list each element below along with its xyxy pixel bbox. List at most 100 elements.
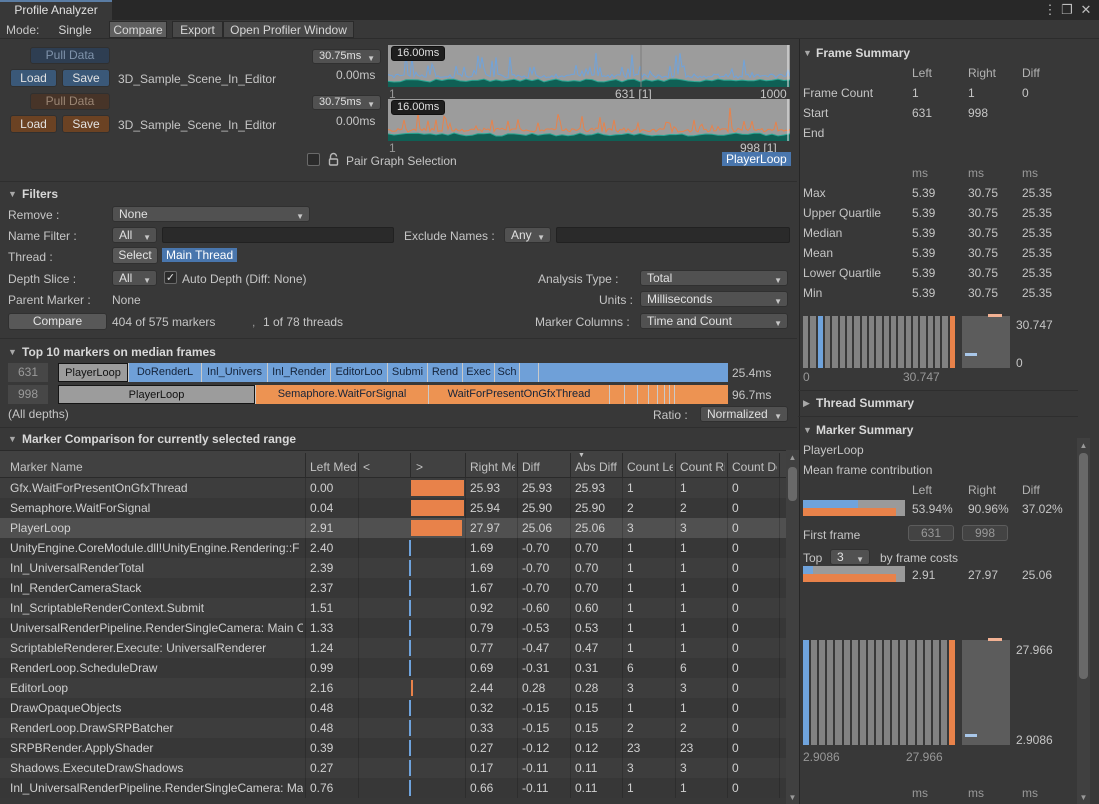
table-row[interactable]: Inl_UniversalRenderPipeline.RenderSingle… [0,778,786,798]
top-n-dropdown[interactable]: 3▼ [830,549,870,565]
close-icon[interactable]: ✕ [1078,2,1094,18]
top10-segment[interactable]: Submi [388,363,427,382]
column-header[interactable]: Count Right [680,460,725,474]
depth-slice-dropdown[interactable]: All▼ [112,270,157,286]
table-row[interactable]: Inl_RenderCameraStack2.371.67-0.700.7011… [0,578,786,598]
column-header[interactable]: Marker Name [10,460,308,474]
column-header[interactable]: Right Median [470,460,515,474]
top10-segment[interactable] [649,385,657,404]
column-divider[interactable] [622,453,623,477]
range-dropdown-top[interactable]: 30.75ms▼ [312,49,381,64]
column-header[interactable]: Count Delta [732,460,777,474]
export-button[interactable]: Export [172,21,223,38]
load-button-left[interactable]: Load [10,69,57,87]
column-divider[interactable] [727,453,728,477]
mode-single-button[interactable]: Single [44,21,106,38]
top10-segment[interactable] [625,385,637,404]
top10-frame-number-left[interactable]: 631 [8,363,48,382]
table-row[interactable]: ScriptableRenderer.Execute: UniversalRen… [0,638,786,658]
frame-time-graph-left[interactable]: 16.00ms [388,45,790,87]
column-divider[interactable] [779,453,780,477]
top10-segment[interactable] [675,385,728,404]
first-frame-right-button[interactable]: 998 [962,525,1008,541]
top10-bar-left[interactable]: PlayerLoopDoRenderLInl_UniversInl_Render… [58,363,728,382]
table-row[interactable]: DrawOpaqueObjects0.480.32-0.150.15110 [0,698,786,718]
table-row[interactable]: RenderLoop.ScheduleDraw0.990.69-0.310.31… [0,658,786,678]
top10-segment[interactable]: Exec [463,363,494,382]
compare-button[interactable]: Compare [8,313,107,330]
frame-summary-histogram[interactable] [803,316,955,368]
maximize-icon[interactable]: ❐ [1059,2,1075,18]
frame-summary-foldout-icon[interactable]: ▼ [803,48,812,58]
scroll-down-icon[interactable]: ▼ [1077,793,1090,802]
scroll-up-icon[interactable]: ▲ [1077,441,1090,450]
name-filter-mode-dropdown[interactable]: All▼ [112,227,157,243]
auto-depth-checkbox[interactable]: ✓ [164,271,177,284]
table-row[interactable]: PlayerLoop2.9127.9725.0625.06330 [0,518,786,538]
graph-selection-marker-label[interactable]: PlayerLoop [722,152,791,166]
top10-bar-right[interactable]: PlayerLoopSemaphore.WaitForSignalWaitFor… [58,385,728,404]
pair-graph-selection-checkbox[interactable] [307,153,320,166]
table-scrollbar-thumb[interactable] [788,467,797,501]
top10-segment[interactable] [539,363,728,382]
marker-summary-boxplot[interactable] [962,640,1010,745]
table-row[interactable]: Shadows.ExecuteDrawShadows0.270.17-0.110… [0,758,786,778]
frame-summary-boxplot[interactable] [962,316,1010,368]
column-divider[interactable] [517,453,518,477]
top10-segment[interactable]: Inl_Univers [202,363,267,382]
column-divider[interactable] [570,453,571,477]
column-divider[interactable] [465,453,466,477]
top10-foldout-icon[interactable]: ▼ [8,347,17,357]
tab-profile-analyzer[interactable]: Profile Analyzer [0,0,112,20]
column-divider[interactable] [358,453,359,477]
top10-segment[interactable] [658,385,664,404]
top10-segment[interactable] [520,363,538,382]
summary-scrollbar-thumb[interactable] [1079,453,1088,679]
top10-segment[interactable] [665,385,669,404]
mode-compare-button[interactable]: Compare [109,21,167,38]
first-frame-left-button[interactable]: 631 [908,525,954,541]
save-button-left[interactable]: Save [62,69,110,87]
table-row[interactable]: UniversalRenderPipeline.RenderSingleCame… [0,618,786,638]
column-divider[interactable] [305,453,306,477]
column-header[interactable]: Left Median [310,460,356,474]
top10-segment[interactable]: DoRenderL [129,363,201,382]
analysis-type-dropdown[interactable]: Total▼ [640,270,788,286]
thread-summary-foldout-icon[interactable]: ▶ [803,398,810,409]
comparison-foldout-icon[interactable]: ▼ [8,434,17,444]
table-row[interactable]: RenderLoop.DrawSRPBatcher0.480.33-0.150.… [0,718,786,738]
top10-segment[interactable] [610,385,624,404]
thread-select-button[interactable]: Select [112,247,158,264]
column-header[interactable]: Count Left [627,460,673,474]
range-dropdown-bottom[interactable]: 30.75ms▼ [312,95,381,110]
top10-segment[interactable]: PlayerLoop [58,385,255,404]
top10-segment[interactable] [638,385,648,404]
load-button-right[interactable]: Load [10,115,57,133]
pull-data-button-left[interactable]: Pull Data [30,47,110,64]
top10-segment[interactable]: EditorLoo [331,363,387,382]
top10-segment[interactable]: Sch [495,363,519,382]
top10-segment[interactable]: WaitForPresentOnGfxThread [429,385,609,404]
table-row[interactable]: Inl_UniversalRenderTotal2.391.69-0.700.7… [0,558,786,578]
ratio-dropdown[interactable]: Normalized▼ [700,406,788,422]
frame-time-graph-right[interactable]: 16.00ms [388,99,790,141]
exclude-names-input[interactable] [556,227,790,243]
column-header[interactable]: Abs Diff [575,460,620,474]
remove-dropdown[interactable]: None▼ [112,206,310,222]
column-divider[interactable] [675,453,676,477]
save-button-right[interactable]: Save [62,115,110,133]
summary-scrollbar[interactable]: ▲ ▼ [1077,438,1090,804]
top10-frame-number-right[interactable]: 998 [8,385,48,404]
filters-foldout-icon[interactable]: ▼ [8,189,17,199]
table-row[interactable]: UnityEngine.CoreModule.dll!UnityEngine.R… [0,538,786,558]
top10-segment[interactable]: Rend [428,363,462,382]
table-row[interactable]: EditorLoop2.162.440.280.28330 [0,678,786,698]
table-row[interactable]: SRPBRender.ApplyShader0.390.27-0.120.122… [0,738,786,758]
marker-summary-foldout-icon[interactable]: ▼ [803,425,812,435]
top10-segment[interactable] [670,385,674,404]
units-dropdown[interactable]: Milliseconds▼ [640,291,788,307]
top10-segment[interactable]: Inl_Render [268,363,330,382]
pull-data-button-right[interactable]: Pull Data [30,93,110,110]
column-divider[interactable] [410,453,411,477]
top10-segment[interactable]: Semaphore.WaitForSignal [256,385,428,404]
